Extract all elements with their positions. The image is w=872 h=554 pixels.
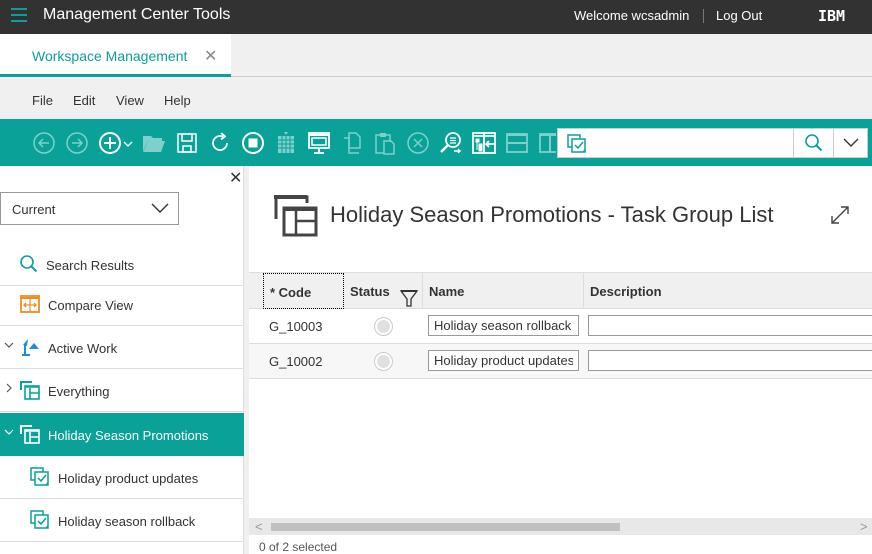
- sidebar-item-search-results[interactable]: Search Results: [0, 243, 244, 286]
- menu-view[interactable]: View: [116, 93, 144, 108]
- lamp-icon: [22, 339, 39, 356]
- page-title: Holiday Season Promotions - Task Group L…: [330, 202, 774, 227]
- scrollbar-thumb[interactable]: [271, 523, 620, 531]
- maximize-icon[interactable]: [829, 204, 851, 226]
- description-field[interactable]: [588, 315, 872, 336]
- filter-icon[interactable]: [400, 289, 418, 307]
- save-icon[interactable]: [175, 131, 199, 155]
- split-horizontal-icon[interactable]: [505, 131, 529, 155]
- chevron-right-icon[interactable]: [4, 382, 14, 394]
- compare-icon: [20, 295, 40, 313]
- search-box: [557, 128, 868, 158]
- refresh-icon[interactable]: [208, 131, 232, 155]
- column-header-status[interactable]: Status: [344, 273, 423, 309]
- split-vertical-icon[interactable]: [538, 131, 556, 155]
- task-icon[interactable]: [566, 133, 588, 155]
- sidebar-item-holiday-product-updates[interactable]: Holiday product updates: [0, 456, 244, 499]
- stop-icon[interactable]: [241, 131, 265, 155]
- logout-link[interactable]: Log Out: [716, 8, 762, 23]
- column-header-name[interactable]: Name: [423, 273, 584, 309]
- sidebar: ✕ Current Search Results Compare View Ac…: [0, 166, 244, 554]
- selection-status: 0 of 2 selected: [259, 540, 338, 554]
- sidebar-item-holiday-season-rollback[interactable]: Holiday season rollback: [0, 499, 244, 542]
- tab-label: Workspace Management: [32, 48, 188, 64]
- open-folder-icon[interactable]: [142, 131, 166, 155]
- scroll-right-icon[interactable]: >: [860, 519, 868, 534]
- chevron-down-icon[interactable]: [4, 426, 14, 438]
- task-group-icon: [20, 425, 40, 444]
- back-icon[interactable]: [32, 131, 56, 155]
- sidebar-item-label: Holiday product updates: [58, 471, 199, 486]
- task-group-grid: * Code Status Name Description G_10003 G…: [249, 272, 872, 379]
- chevron-down-icon: [151, 203, 169, 213]
- horizontal-scrollbar[interactable]: < >: [249, 518, 872, 535]
- app-title: Management Center Tools: [43, 6, 231, 23]
- task-group-icon: [20, 381, 40, 400]
- main-panel: Holiday Season Promotions - Task Group L…: [249, 166, 872, 554]
- cell-code: G_10002: [269, 354, 323, 369]
- ibm-logo: IBM: [818, 7, 846, 25]
- status-indicator: [374, 352, 393, 371]
- sidebar-item-compare-view[interactable]: Compare View: [0, 283, 244, 326]
- column-header-description[interactable]: Description: [584, 273, 872, 309]
- grid-icon[interactable]: [274, 131, 298, 155]
- chevron-down-icon[interactable]: [4, 339, 14, 351]
- status-indicator: [374, 317, 393, 336]
- sidebar-item-label: Holiday Season Promotions: [48, 428, 209, 443]
- close-icon[interactable]: ✕: [229, 168, 242, 188]
- close-icon[interactable]: ✕: [204, 46, 217, 66]
- toolbar: [0, 119, 872, 166]
- table-row[interactable]: G_10002: [249, 344, 872, 379]
- search-button[interactable]: [793, 129, 833, 157]
- sidebar-item-label: Search Results: [46, 258, 135, 273]
- filter-select[interactable]: Current: [0, 192, 179, 225]
- description-field[interactable]: [588, 350, 872, 371]
- sidebar-item-label: Compare View: [48, 298, 134, 313]
- monitor-icon[interactable]: [307, 131, 331, 155]
- sidebar-item-holiday-season-promotions[interactable]: Holiday Season Promotions: [0, 413, 244, 456]
- chevron-down-icon[interactable]: [122, 131, 134, 155]
- sidebar-item-everything[interactable]: Everything: [0, 369, 244, 412]
- task-icon: [30, 510, 49, 529]
- column-label: * Code: [270, 285, 312, 300]
- name-field[interactable]: [428, 350, 579, 371]
- column-label: Description: [590, 284, 662, 299]
- menu-file[interactable]: File: [32, 93, 53, 108]
- select-value: Current: [12, 202, 56, 217]
- sidebar-item-label: Active Work: [48, 341, 118, 356]
- sidebar-item-active-work[interactable]: Active Work: [0, 326, 244, 369]
- header-divider: [703, 9, 704, 23]
- forward-icon[interactable]: [65, 131, 89, 155]
- menu-help[interactable]: Help: [164, 93, 191, 108]
- menu-bar: File Edit View Help: [0, 77, 872, 119]
- cell-code: G_10003: [269, 319, 323, 334]
- search-icon: [20, 255, 38, 273]
- new-icon[interactable]: [98, 131, 122, 155]
- task-group-icon: [274, 195, 318, 237]
- grid-header: * Code Status Name Description: [249, 272, 872, 309]
- find-references-icon[interactable]: [439, 131, 463, 155]
- table-row[interactable]: G_10003: [249, 309, 872, 344]
- sidebar-item-label: Holiday season rollback: [58, 514, 196, 529]
- search-dropdown-button[interactable]: [833, 129, 868, 157]
- tab-bar: Workspace Management ✕: [0, 34, 872, 77]
- welcome-text: Welcome wcsadmin: [574, 8, 690, 23]
- column-header-code[interactable]: * Code: [263, 273, 344, 309]
- sidebar-item-label: Everything: [48, 384, 110, 399]
- search-input[interactable]: [594, 132, 790, 154]
- top-bar: Management Center Tools Welcome wcsadmin…: [0, 0, 872, 34]
- tab-workspace-management[interactable]: Workspace Management ✕: [0, 34, 231, 77]
- hamburger-menu-icon[interactable]: [11, 8, 27, 24]
- column-label: Status: [350, 284, 390, 299]
- column-label: Name: [429, 284, 465, 299]
- move-icon[interactable]: [472, 131, 496, 155]
- paste-icon[interactable]: [373, 131, 397, 155]
- delete-icon[interactable]: [406, 131, 430, 155]
- menu-edit[interactable]: Edit: [73, 93, 95, 108]
- scroll-left-icon[interactable]: <: [255, 519, 263, 534]
- task-icon: [30, 467, 49, 486]
- copy-icon[interactable]: [340, 131, 364, 155]
- name-field[interactable]: [428, 315, 579, 336]
